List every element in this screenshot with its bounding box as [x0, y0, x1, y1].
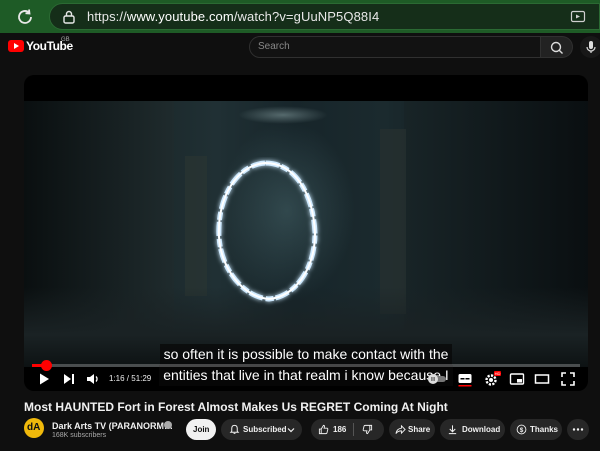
dislike-button[interactable] — [362, 424, 373, 435]
subtitle-line: so often it is possible to make contact … — [159, 344, 453, 365]
share-icon — [395, 424, 406, 435]
chevron-down-icon — [287, 428, 295, 433]
autoplay-toggle[interactable] — [426, 371, 448, 387]
country-code: GB — [61, 37, 70, 43]
like-button[interactable] — [318, 424, 329, 435]
url-host: www.youtube.com — [126, 9, 234, 24]
search-placeholder: Search — [258, 41, 290, 52]
youtube-logo-icon[interactable] — [8, 40, 24, 52]
scrubber-handle[interactable] — [40, 360, 52, 371]
avatar-text: dA — [27, 422, 41, 433]
play-icon[interactable] — [36, 371, 52, 387]
video-frame[interactable]: so often it is possible to make contact … — [24, 101, 588, 386]
corridor-door — [185, 156, 207, 296]
settings-gear-icon[interactable]: HD — [483, 371, 501, 387]
progress-bar[interactable] — [32, 360, 580, 371]
address-bar[interactable]: https://www.youtube.com/watch?v=gUuNP5Q8… — [49, 3, 600, 30]
channel-avatar[interactable]: dA — [24, 418, 44, 438]
next-icon[interactable] — [61, 371, 77, 387]
video-title: Most HAUNTED Fort in Forest Almost Makes… — [24, 400, 448, 414]
subscribed-label: Subscribed — [243, 425, 287, 434]
more-horizontal-icon — [572, 428, 584, 431]
microphone-icon — [586, 41, 596, 53]
svg-text:$: $ — [520, 427, 524, 434]
search-button[interactable] — [541, 36, 573, 58]
url-prefix: https:// — [87, 9, 127, 24]
fullscreen-icon[interactable] — [560, 371, 576, 387]
thanks-button[interactable]: $ Thanks — [510, 419, 562, 440]
browser-toolbar: https://www.youtube.com/watch?v=gUuNP5Q8… — [0, 0, 600, 33]
thanks-label: Thanks — [530, 425, 559, 434]
divider — [353, 423, 354, 436]
lock-icon[interactable] — [61, 9, 77, 25]
download-icon — [448, 425, 457, 435]
download-button[interactable]: Download — [440, 419, 505, 440]
volume-icon[interactable] — [85, 371, 101, 387]
voice-search-button[interactable] — [580, 36, 600, 58]
subscriber-count: 168K subscribers — [52, 432, 107, 439]
search-icon — [550, 41, 563, 54]
download-label: Download — [462, 425, 501, 434]
verified-icon — [164, 421, 172, 429]
subscribed-button[interactable]: Subscribed — [221, 419, 302, 440]
url-path: /watch?v=gUuNP5Q88I4 — [233, 9, 380, 24]
theater-mode-icon[interactable] — [534, 371, 550, 387]
like-count: 186 — [333, 425, 347, 434]
more-actions-button[interactable] — [567, 419, 589, 440]
glowing-portal — [216, 160, 318, 302]
time-display: 1:16 / 51:29 — [109, 374, 152, 383]
url-text[interactable]: https://www.youtube.com/watch?v=gUuNP5Q8… — [87, 9, 379, 24]
hd-badge: HD — [495, 371, 501, 376]
subtitles-icon[interactable] — [457, 371, 473, 387]
super-thanks-icon: $ — [516, 424, 527, 435]
ceiling-light — [238, 106, 328, 124]
miniplayer-icon[interactable] — [509, 371, 525, 387]
search-input[interactable]: Search — [249, 36, 541, 58]
video-player[interactable]: so often it is possible to make contact … — [24, 75, 588, 391]
join-label: Join — [193, 425, 210, 434]
reload-icon[interactable] — [14, 6, 36, 28]
like-dislike-bar: 186 — [311, 419, 384, 440]
media-icon[interactable] — [570, 9, 586, 25]
bell-icon — [229, 424, 240, 434]
share-button[interactable]: Share — [389, 419, 435, 440]
player-controls: 1:16 / 51:29 HD — [24, 371, 588, 391]
share-label: Share — [408, 425, 431, 434]
join-button[interactable]: Join — [186, 419, 216, 440]
channel-name[interactable]: Dark Arts TV (PARANORM… — [52, 421, 173, 431]
